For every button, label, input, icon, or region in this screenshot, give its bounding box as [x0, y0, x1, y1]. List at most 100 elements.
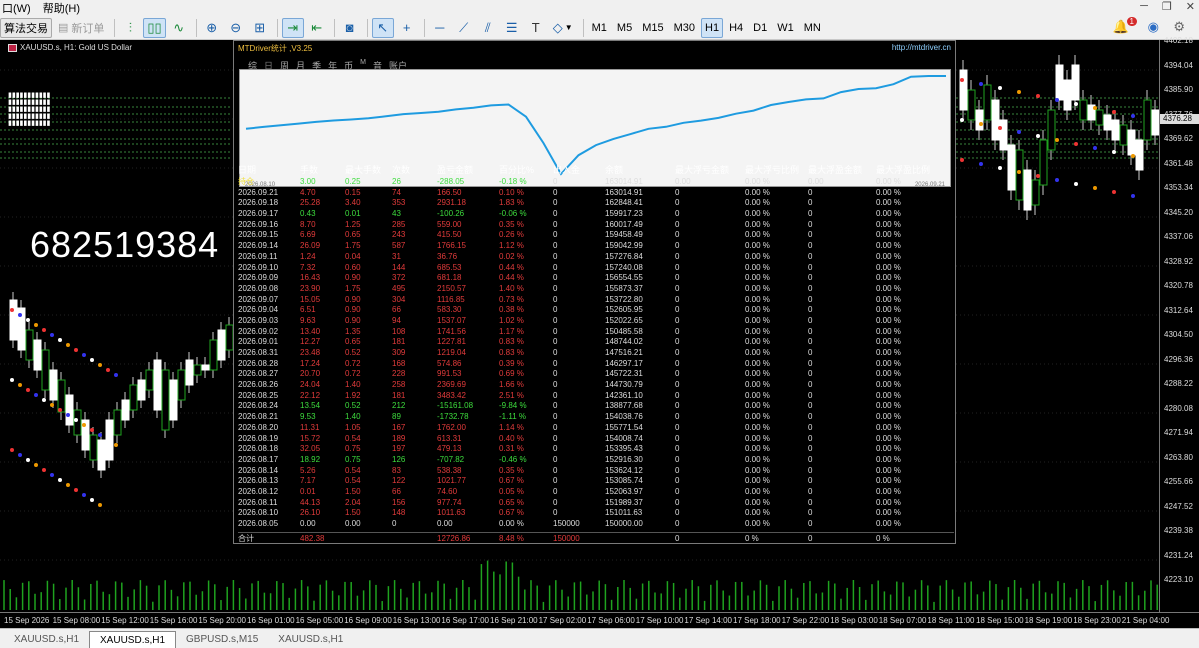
cell-lots: 23.90 [300, 283, 321, 293]
cell-max-float-profit-pct: 0.00 % [876, 262, 901, 272]
order-marker [50, 333, 54, 337]
timeframe-mn[interactable]: MN [800, 18, 825, 38]
bar-chart-button[interactable]: ⫶ [119, 18, 141, 38]
candle-body [1015, 149, 1024, 201]
zoom-out-button[interactable]: ⊖ [225, 18, 247, 38]
menu-window[interactable]: 口(W) [2, 0, 31, 16]
cell-date: 2026.09.01 [238, 337, 279, 347]
cell-max-float-profit-pct: 0.00 % [876, 444, 901, 454]
cursor-button[interactable]: ↖ [371, 17, 394, 38]
restore-icon[interactable]: ❐ [1162, 0, 1172, 16]
cell-max-float-profit-pct: 0.00 % [876, 209, 901, 219]
new-order-button[interactable]: ▤ 新订单 [54, 18, 108, 38]
panel-link[interactable]: http://mtdriver.cn [892, 43, 951, 52]
timeframe-w1[interactable]: W1 [773, 18, 798, 38]
cell-max-float-profit: 0 [808, 533, 813, 543]
order-marker [1131, 194, 1135, 198]
candle-body [225, 324, 234, 351]
candle-body [113, 409, 122, 436]
time-label: 16 Sep 17:00 [441, 616, 489, 625]
menu-help[interactable]: 帮助(H) [43, 0, 80, 16]
cell-pct: 0.67 % [499, 476, 524, 486]
cell-balance: 152063.97 [605, 486, 643, 496]
cell-pnl: 74.60 [437, 486, 458, 496]
cell-max-float-loss-pct: 0.00 % [745, 508, 770, 518]
cell-count: 148 [392, 508, 406, 518]
cell-max-float-profit-pct: 0.00 % [876, 187, 901, 197]
cell-flow: 0 [553, 433, 558, 443]
cell-max-float-profit-pct: 0.00 % [876, 348, 901, 357]
line-chart-button[interactable]: ∿ [168, 18, 190, 38]
crosshair-button[interactable]: + [396, 18, 418, 38]
cell-max-float-loss-pct: 0.00 % [745, 401, 770, 411]
col-header: 百分比% [499, 165, 535, 175]
cell-balance: 156554.55 [605, 273, 643, 283]
candlestick-button[interactable]: ▯▯ [143, 17, 166, 38]
text-button[interactable]: T [525, 18, 547, 38]
minimize-icon[interactable]: ─ [1140, 0, 1148, 16]
tile-windows-button[interactable]: ⊞ [249, 18, 271, 38]
cell-count: 156 [392, 497, 406, 507]
table-row: 2026.08.31 23.48 0.52 309 1219.04 0.83 % 0 1475… [238, 348, 954, 359]
candle-body [1103, 114, 1112, 131]
time-axis[interactable]: 15 Sep 2026 15 Sep 08:00 15 Sep 12:00 15 Se… [0, 612, 1199, 628]
cell-max-float-profit: 0 [808, 422, 813, 432]
table-row: 2026.09.11 1.24 0.04 31 36.76 0.02 % 0 157276.8… [238, 252, 954, 263]
cell-balance: 159917.23 [605, 209, 643, 219]
cell-pct: 0.44 % [499, 262, 524, 272]
dropdown-arrow-icon: ▼ [564, 23, 573, 32]
chart-tab[interactable]: XAUUSD.s,H1 [268, 631, 353, 648]
chart-shift-button[interactable]: ⇤ [306, 18, 328, 38]
zoom-in-button[interactable]: ⊕ [201, 18, 223, 38]
screenshot-button[interactable]: ◙ [339, 18, 361, 38]
cell-count: 0 [392, 519, 397, 528]
cell-max-lots: 0.52 [345, 401, 361, 411]
cell-flow: 0 [553, 401, 558, 411]
symbol-icon [8, 43, 17, 52]
fibonacci-button[interactable]: ☰ [501, 18, 523, 38]
price-axis[interactable]: 4402.184394.044385.904377.764369.624361.… [1159, 36, 1199, 612]
close-icon[interactable]: ✕ [1186, 0, 1195, 16]
cell-max-float-profit-pct: 0.00 % [876, 326, 901, 336]
cell-date: 2026.09.18 [238, 198, 279, 208]
trend-line-button[interactable]: ⟋ [453, 18, 475, 38]
cell-max-float-profit: 0 [808, 508, 813, 518]
chart-tab[interactable]: XAUUSD.s,H1 [4, 631, 89, 648]
timeframe-m15[interactable]: M15 [638, 18, 667, 38]
timeframe-m5[interactable]: M5 [613, 18, 636, 38]
cell-max-lots: 1.05 [345, 422, 361, 432]
col-header: 余额 [605, 165, 624, 175]
candle-body [201, 364, 210, 371]
cell-max-float-loss-pct: 0.00 % [745, 454, 770, 464]
auto-scroll-button[interactable]: ⇥ [281, 17, 304, 38]
cell-lots: 11.31 [300, 422, 320, 432]
cell-max-lots: 0.54 [345, 476, 361, 486]
cell-max-float-loss: 0 [675, 422, 680, 432]
cell-max-float-loss: 0 [675, 230, 680, 240]
price-label: 4337.06 [1164, 232, 1193, 241]
timeframe-m30[interactable]: M30 [670, 18, 699, 38]
time-label: 15 Sep 12:00 [101, 616, 149, 625]
candle-body [1063, 79, 1072, 111]
price-label: 4353.34 [1164, 183, 1193, 192]
timeframe-h1[interactable]: H1 [701, 17, 724, 38]
algo-trading-button[interactable]: 算法交易 [0, 17, 52, 38]
order-marker [74, 348, 78, 352]
settings-icon[interactable]: ⚙ [1173, 19, 1185, 35]
price-label: 4223.10 [1164, 575, 1193, 584]
timeframe-h4[interactable]: H4 [725, 18, 747, 38]
signals-icon[interactable]: ◉ [1148, 19, 1159, 35]
horizontal-line-button[interactable]: ─ [429, 18, 451, 38]
chart-symbol-title: XAUUSD.s, H1: Gold US Dollar [8, 43, 132, 52]
shapes-button[interactable]: ◇ ▼ [549, 18, 577, 38]
cell-pct: 0.83 % [499, 337, 524, 347]
cell-count: 197 [392, 444, 406, 454]
timeframe-d1[interactable]: D1 [749, 18, 771, 38]
chart-tab[interactable]: GBPUSD.s,M15 [176, 631, 268, 648]
timeframe-m1[interactable]: M1 [588, 18, 611, 38]
chart-tab-active[interactable]: XAUUSD.s,H1 [89, 631, 177, 648]
cell-max-lots: 1.40 [345, 412, 361, 422]
cell-pct: 1.02 % [499, 315, 524, 325]
channel-button[interactable]: ⫽ [477, 18, 499, 38]
cell-flow: 150000 [553, 519, 580, 528]
